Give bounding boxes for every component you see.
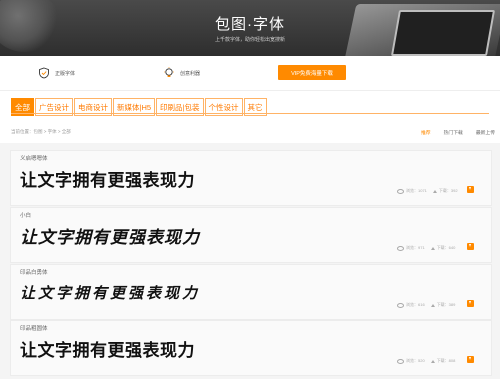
eye-icon — [397, 358, 404, 364]
feature-label: 创意利器 — [180, 70, 201, 77]
download-icon[interactable] — [467, 356, 474, 363]
font-sample[interactable]: 让文字拥有更强表现力 — [20, 223, 200, 248]
font-stats: 浏览：971 下载：640 — [397, 245, 455, 251]
feature-genuine: 正版字体 — [38, 66, 75, 80]
sort-latest-upload[interactable]: 最新上传 — [476, 129, 495, 136]
font-stats: 浏览：520 下载：808 — [397, 358, 455, 364]
page-subtitle: 上千款字体，助你轻松出宽搜新 — [214, 37, 285, 43]
font-card[interactable]: 印品白勇体 让文字拥有更强表现力 浏览：616 下载：389 — [10, 264, 492, 320]
font-name[interactable]: 小白 — [20, 211, 31, 219]
font-card[interactable]: 小白 让文字拥有更强表现力 浏览：971 下载：640 — [10, 207, 492, 263]
font-stats: 浏览：616 下载：389 — [397, 302, 455, 308]
feature-bar: 正版字体 创意利器 VIP免费海量下载 — [0, 56, 500, 91]
download-count-icon — [430, 246, 435, 250]
eye-icon — [397, 188, 404, 194]
font-sample[interactable]: 让文字拥有更强表现力 — [20, 336, 195, 361]
view-count: 浏览：1071 — [406, 188, 427, 193]
eye-icon — [397, 302, 404, 308]
download-icon[interactable] — [467, 186, 474, 193]
vip-download-button[interactable]: VIP免费海量下载 — [278, 65, 346, 80]
sort-recommended[interactable]: 推荐 — [421, 129, 431, 136]
font-stats: 浏览：1071 下载：392 — [397, 188, 458, 194]
font-card[interactable]: 印品粗圆体 让文字拥有更强表现力 浏览：520 下载：808 — [10, 320, 492, 376]
view-count: 浏览：616 — [406, 302, 425, 307]
breadcrumb-row: 当前位置：包图 > 字体 > 全部 推荐 热门下载 最新上传 — [0, 121, 500, 143]
font-card[interactable]: 义启嗯嗯体 让文字拥有更强表现力 浏览：1071 下载：392 — [10, 150, 492, 206]
download-count-icon — [430, 359, 435, 363]
download-count: 下载：640 — [436, 245, 456, 250]
view-count: 浏览：971 — [406, 245, 425, 250]
sort-options: 推荐 热门下载 最新上传 — [421, 129, 500, 136]
feature-label: 正版字体 — [55, 70, 76, 77]
font-name[interactable]: 印品白勇体 — [20, 268, 48, 276]
download-count: 下载：389 — [436, 302, 456, 307]
feature-creative: 创意利器 — [163, 66, 200, 80]
download-icon[interactable] — [467, 300, 474, 307]
view-count: 浏览：520 — [406, 358, 425, 363]
eye-icon — [397, 245, 404, 251]
font-sample[interactable]: 让文字拥有更强表现力 — [20, 166, 195, 191]
tabs-underline — [11, 113, 489, 114]
download-count: 下载：808 — [436, 358, 456, 363]
font-name[interactable]: 印品粗圆体 — [20, 324, 48, 332]
download-icon[interactable] — [467, 243, 474, 250]
shield-icon — [39, 67, 49, 79]
hero-banner: 包图·字体 上千款字体，助你轻松出宽搜新 — [0, 0, 500, 56]
category-tabs-bar: 全部 广告设计 电商设计 新媒体|H5 印刷品|包装 个性设计 其它 — [0, 91, 500, 121]
download-count-icon — [432, 189, 437, 193]
download-count-icon — [430, 303, 435, 307]
page-title: 包图·字体 — [215, 16, 285, 33]
breadcrumb[interactable]: 当前位置：包图 > 字体 > 全部 — [11, 129, 71, 135]
lightbulb-icon — [164, 67, 174, 77]
font-name[interactable]: 义启嗯嗯体 — [20, 154, 48, 162]
font-sample[interactable]: 让文字拥有更强表现力 — [20, 282, 200, 303]
download-count: 下载：392 — [438, 188, 458, 193]
sort-popular-downloads[interactable]: 热门下载 — [444, 129, 463, 136]
